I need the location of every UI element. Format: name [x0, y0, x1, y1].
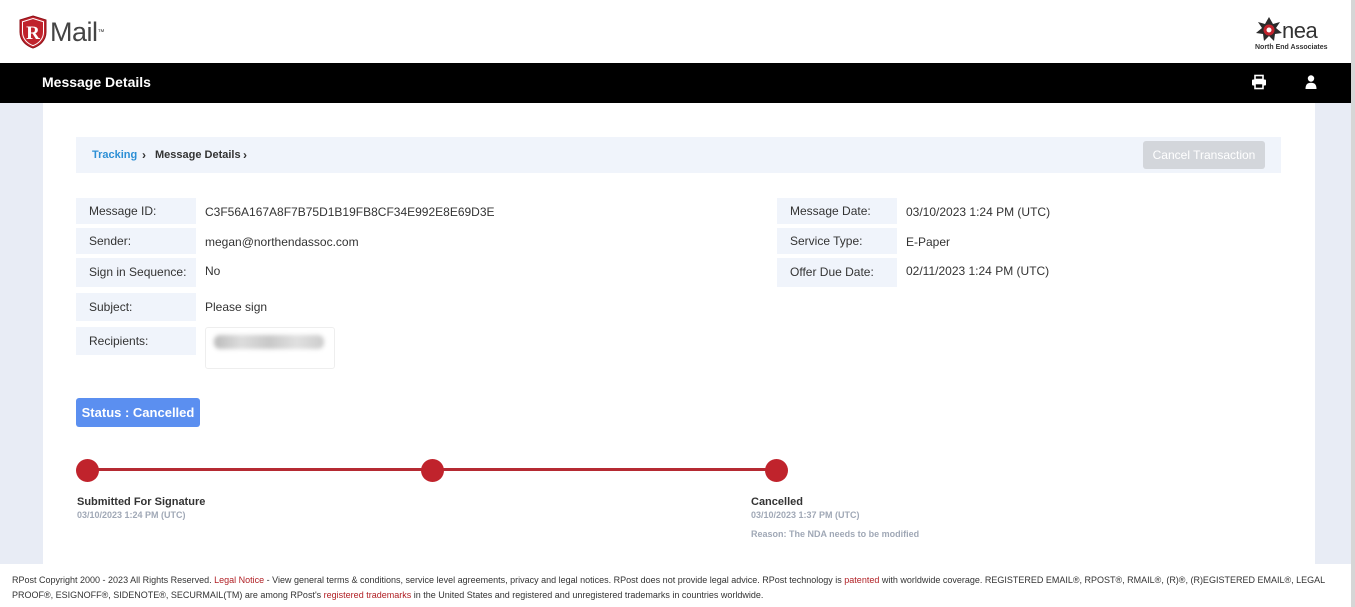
- company-word: nea: [1282, 18, 1318, 43]
- breadcrumb-tracking-link[interactable]: Tracking: [92, 149, 137, 161]
- recipients-list: [205, 327, 335, 369]
- logo-trademark: ™: [97, 28, 105, 36]
- chevron-right-icon: ›: [142, 148, 146, 162]
- logo-text: Mail: [50, 16, 98, 47]
- status-badge: Status : Cancelled: [76, 398, 200, 427]
- service-type-value: E-Paper: [906, 235, 951, 249]
- print-icon[interactable]: [1251, 74, 1267, 90]
- subject-value: Please sign: [205, 300, 268, 314]
- message-details-panel: Tracking › Message Details › Cancel Tran…: [43, 103, 1315, 564]
- chevron-right-icon: ›: [243, 148, 247, 162]
- step-submitted-title: Submitted For Signature: [77, 496, 206, 508]
- registered-trademarks-link[interactable]: registered trademarks: [324, 590, 412, 600]
- logo-letter: R: [26, 23, 40, 44]
- company-subtitle: North End Associates: [1255, 44, 1328, 51]
- message-date-label: Message Date:: [777, 198, 897, 224]
- scrollbar[interactable]: [1351, 0, 1355, 607]
- nav-bar: Message Details: [0, 63, 1351, 103]
- sawblade-icon: [1256, 17, 1282, 41]
- sender-value: megan@northendassoc.com: [205, 235, 359, 249]
- step-submitted-date: 03/10/2023 1:24 PM (UTC): [77, 510, 186, 520]
- service-type-label: Service Type:: [777, 228, 897, 254]
- top-header: R Mail ™ nea North End Associates: [0, 0, 1355, 63]
- timeline-dot-cancelled: [765, 459, 788, 482]
- step-cancelled-date: 03/10/2023 1:37 PM (UTC): [751, 510, 860, 520]
- cancel-transaction-button[interactable]: Cancel Transaction: [1143, 141, 1265, 169]
- message-date-value: 03/10/2023 1:24 PM (UTC): [906, 205, 1051, 219]
- company-logo: nea North End Associates: [1255, 14, 1331, 54]
- breadcrumb: Tracking › Message Details › Cancel Tran…: [76, 137, 1281, 173]
- footer-worldwide-text: in the United States and registered and …: [411, 590, 764, 600]
- sign-in-sequence-label: Sign in Sequence:: [76, 258, 196, 287]
- sign-in-sequence-value: No: [205, 264, 221, 278]
- step-cancelled-reason: Reason: The NDA needs to be modified: [751, 529, 920, 539]
- timeline-dot-middle: [421, 459, 444, 482]
- user-icon[interactable]: [1303, 74, 1319, 90]
- subject-label: Subject:: [76, 293, 196, 321]
- recipient-redacted: [214, 335, 324, 349]
- offer-due-date-label: Offer Due Date:: [777, 258, 897, 287]
- timeline-dot-submitted: [76, 459, 99, 482]
- legal-notice-link[interactable]: Legal Notice: [214, 575, 264, 585]
- rmail-shield-icon: R: [19, 15, 47, 49]
- patented-link[interactable]: patented: [844, 575, 879, 585]
- breadcrumb-current: Message Details: [155, 149, 241, 161]
- message-id-value: C3F56A167A8F7B75D1B19FB8CF34E992E8E69D3E: [205, 205, 495, 219]
- recipients-label: Recipients:: [76, 327, 196, 355]
- footer: RPost Copyright 2000 - 2023 All Rights R…: [0, 564, 1351, 607]
- offer-due-date-value: 02/11/2023 1:24 PM (UTC): [906, 264, 1050, 278]
- rmail-logo[interactable]: R Mail ™: [18, 14, 105, 50]
- footer-terms-text: - View general terms & conditions, servi…: [264, 575, 845, 585]
- message-id-label: Message ID:: [76, 198, 196, 224]
- step-cancelled-title: Cancelled: [751, 496, 803, 508]
- footer-copyright-text: RPost Copyright 2000 - 2023 All Rights R…: [12, 575, 215, 585]
- sender-label: Sender:: [76, 228, 196, 254]
- page-title: Message Details: [42, 74, 151, 90]
